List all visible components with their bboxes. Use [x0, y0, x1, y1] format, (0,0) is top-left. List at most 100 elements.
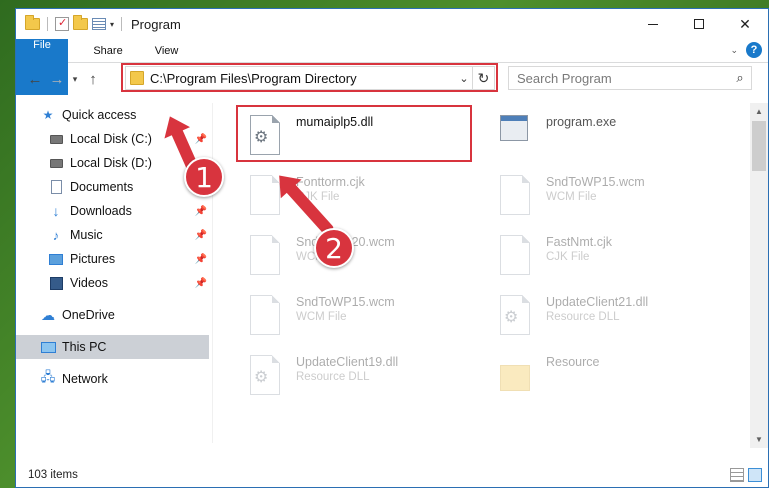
file-name: FastNmt.cjk	[546, 235, 612, 249]
file-name: SndToWP15.wcm	[546, 175, 645, 189]
folder-icon	[500, 355, 534, 401]
file-item[interactable]: SndToWP15.wcm WCM File	[250, 291, 500, 347]
sidebar-item-label: Network	[62, 372, 108, 386]
sidebar-item-documents[interactable]: Documents	[16, 175, 209, 199]
scroll-up-icon[interactable]: ▲	[750, 103, 768, 120]
item-count: 103 items	[28, 469, 78, 481]
file-name: UpdateClient19.dll	[296, 355, 399, 369]
sidebar-item-downloads[interactable]: ↓ Downloads 📌	[16, 199, 209, 223]
toolbar-divider	[47, 17, 48, 31]
file-item[interactable]: ⚙ UpdateClient19.dll Resource DLL	[250, 351, 500, 407]
file-type: WCM File	[546, 191, 597, 203]
help-icon[interactable]: ?	[746, 42, 762, 58]
network-icon: 🖧	[40, 369, 56, 384]
disk-icon	[48, 156, 64, 170]
window-title: Program	[131, 16, 181, 32]
file-type: Resource DLL	[296, 371, 370, 383]
pin-icon: 📌	[194, 205, 207, 217]
search-box[interactable]: Search Program ⌕	[508, 66, 752, 90]
file-name: program.exe	[546, 115, 617, 129]
scroll-down-icon[interactable]: ▼	[750, 431, 768, 448]
search-input[interactable]: Search Program	[517, 71, 729, 86]
address-highlight-box	[121, 63, 498, 92]
pin-icon: 📌	[194, 253, 207, 265]
file-type: WCM File	[296, 311, 347, 323]
file-name: SndToWP15.wcm	[296, 295, 395, 309]
sidebar-item-label: Quick access	[62, 108, 137, 122]
customize-toolbar-icon[interactable]: ▾	[110, 20, 114, 29]
file-item-program-exe[interactable]: program.exe	[500, 111, 748, 167]
sidebar-item-label: OneDrive	[62, 308, 115, 322]
exe-file-icon	[500, 115, 534, 161]
sidebar-item-label: Documents	[70, 180, 134, 194]
explorer-window: ▾ Program ✕ File Home Share View ⌄ ? ← →…	[15, 8, 769, 488]
dll-file-icon: ⚙	[250, 355, 284, 401]
file-item[interactable]: ⚙ UpdateClient21.dll Resource DLL	[500, 291, 748, 347]
sidebar-item-label: Pictures	[70, 252, 116, 266]
properties-icon[interactable]	[55, 16, 69, 31]
documents-icon	[48, 180, 64, 194]
sidebar-item-pictures[interactable]: Pictures 📌	[16, 247, 209, 271]
dll-file-icon: ⚙	[500, 295, 534, 341]
file-name: Resource	[546, 355, 600, 369]
file-type: CJK File	[546, 251, 590, 263]
file-item[interactable]: SndToWP15.wcm WCM File	[500, 171, 748, 227]
file-icon	[500, 235, 534, 281]
status-bar: 103 items	[16, 463, 768, 487]
sidebar-item-label: Local Disk (D:)	[70, 156, 152, 170]
search-icon[interactable]: ⌕	[729, 70, 751, 86]
maximize-button[interactable]	[676, 9, 722, 39]
maximize-icon	[694, 19, 704, 29]
pin-icon: 📌	[194, 133, 207, 145]
file-name: UpdateClient21.dll	[546, 295, 649, 309]
file-type: Resource DLL	[546, 311, 620, 323]
toolbar-divider	[121, 17, 123, 31]
sidebar-item-videos[interactable]: Videos 📌	[16, 271, 209, 295]
file-icon	[250, 235, 284, 281]
up-arrow-icon[interactable]: ↑	[82, 71, 104, 88]
navigation-bar: ← → ▾ ↑ C:\Program Files\Program Directo…	[16, 63, 768, 95]
ribbon-tabs: File Home Share View ⌄ ?	[16, 39, 768, 95]
view-icon[interactable]	[92, 18, 106, 30]
close-button[interactable]: ✕	[722, 9, 768, 39]
file-item[interactable]: FastNmt.cjk CJK File	[500, 231, 748, 287]
forward-arrow-icon[interactable]: →	[46, 71, 68, 88]
expand-ribbon-icon[interactable]: ⌄	[730, 45, 738, 56]
large-icons-view-icon[interactable]	[748, 468, 762, 482]
folder-icon	[25, 15, 40, 30]
back-arrow-icon[interactable]: ←	[24, 71, 46, 88]
music-icon: ♪	[52, 227, 60, 243]
callout-badge-1: 1	[184, 157, 224, 197]
folder-item[interactable]: Resource	[500, 351, 748, 407]
sidebar-item-music[interactable]: ♪ Music 📌	[16, 223, 209, 247]
file-item[interactable]: SndToWP20.wcmWCM File	[250, 231, 500, 287]
window-controls: ✕	[630, 9, 768, 39]
sidebar-item-network[interactable]: 🖧 Network	[16, 367, 209, 391]
sidebar-item-label: Downloads	[70, 204, 132, 218]
onedrive-icon: ☁	[41, 306, 55, 323]
sidebar-item-this-pc[interactable]: This PC	[16, 335, 209, 359]
scroll-thumb[interactable]	[752, 121, 766, 171]
ribbon-controls: ⌄ ?	[730, 42, 762, 58]
close-icon: ✕	[739, 15, 751, 32]
sidebar-item-label: Local Disk (C:)	[70, 132, 152, 146]
tab-view[interactable]: View	[139, 39, 195, 62]
vertical-scrollbar[interactable]: ▲ ▼	[750, 103, 768, 448]
downloads-icon: ↓	[52, 203, 60, 219]
sidebar-item-label: Videos	[70, 276, 108, 290]
pin-icon: 📌	[194, 229, 207, 241]
pictures-icon	[48, 252, 64, 266]
videos-icon	[48, 276, 64, 290]
tab-share[interactable]: Share	[77, 39, 138, 62]
details-view-icon[interactable]	[730, 468, 744, 482]
sidebar-item-onedrive[interactable]: ☁ OneDrive	[16, 303, 209, 327]
new-folder-icon[interactable]	[73, 15, 88, 30]
sidebar-item-label: This PC	[62, 340, 107, 354]
minimize-button[interactable]	[630, 9, 676, 39]
callout-badge-2: 2	[314, 228, 354, 268]
sidebar-item-label: Music	[70, 228, 103, 242]
pane-splitter[interactable]	[212, 103, 213, 443]
file-highlight-box	[236, 105, 472, 162]
recent-locations-icon[interactable]: ▾	[68, 74, 82, 85]
disk-icon	[48, 132, 64, 146]
